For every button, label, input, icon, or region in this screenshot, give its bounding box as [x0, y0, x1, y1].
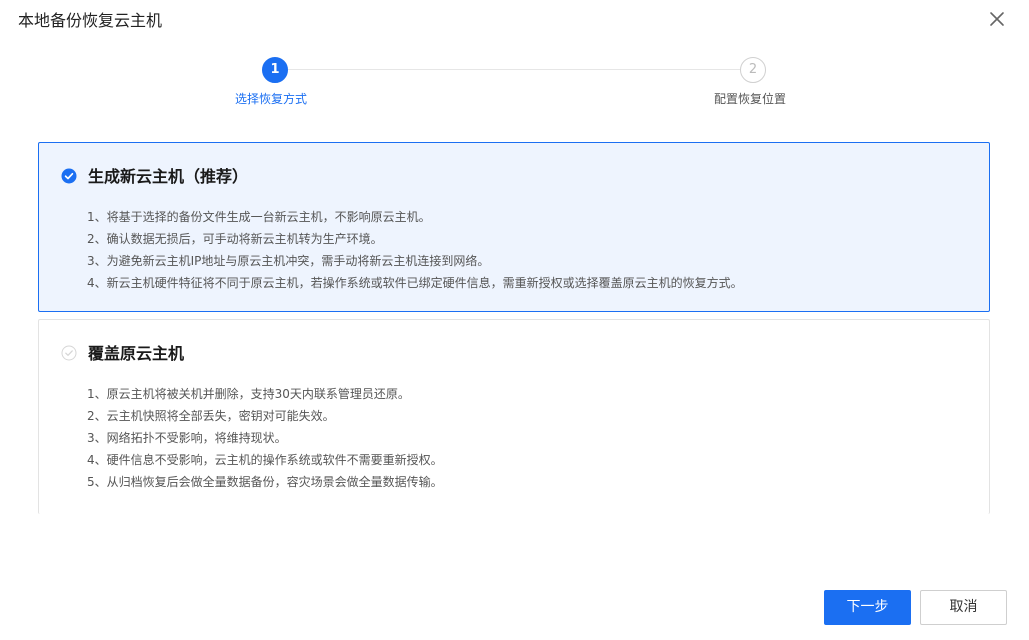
option-description-list: 1、原云主机将被关机并删除，支持30天内联系管理员还原。 2、云主机快照将全部丢… — [87, 383, 443, 493]
option-title: 覆盖原云主机 — [88, 344, 185, 363]
cancel-button[interactable]: 取消 — [920, 590, 1007, 625]
list-item: 3、为避免新云主机IP地址与原云主机冲突，需手动将新云主机连接到网络。 — [87, 254, 490, 268]
option-description-list: 1、将基于选择的备份文件生成一台新云主机，不影响原云主机。 2、确认数据无损后，… — [87, 206, 743, 294]
close-icon[interactable] — [987, 9, 1007, 29]
list-item: 3、网络拓扑不受影响，将维持现状。 — [87, 431, 287, 445]
step-1-label: 选择恢复方式 — [235, 92, 308, 106]
list-item: 5、从归档恢复后会做全量数据备份，容灾场景会做全量数据传输。 — [87, 475, 443, 489]
step-2-label: 配置恢复位置 — [714, 92, 787, 106]
step-1-indicator: 1 — [262, 57, 288, 83]
dialog-title: 本地备份恢复云主机 — [18, 11, 163, 30]
restore-dialog: 本地备份恢复云主机 1 选择恢复方式 2 配置恢复位置 生成新云主机（推荐） 1… — [0, 0, 1029, 640]
list-item: 4、硬件信息不受影响，云主机的操作系统或软件不需要重新授权。 — [87, 453, 443, 467]
check-circle-icon — [61, 168, 77, 184]
option-new-host[interactable]: 生成新云主机（推荐） 1、将基于选择的备份文件生成一台新云主机，不影响原云主机。… — [38, 142, 990, 312]
stepper-connector — [288, 69, 740, 70]
list-item: 2、确认数据无损后，可手动将新云主机转为生产环境。 — [87, 232, 383, 246]
list-item: 2、云主机快照将全部丢失，密钥对可能失效。 — [87, 409, 335, 423]
next-step-button[interactable]: 下一步 — [824, 590, 911, 625]
check-circle-outline-icon — [61, 345, 77, 361]
step-2-indicator: 2 — [740, 57, 766, 83]
list-item: 1、原云主机将被关机并删除，支持30天内联系管理员还原。 — [87, 387, 410, 401]
list-item: 1、将基于选择的备份文件生成一台新云主机，不影响原云主机。 — [87, 210, 431, 224]
list-item: 4、新云主机硬件特征将不同于原云主机，若操作系统或软件已绑定硬件信息，需重新授权… — [87, 276, 743, 290]
option-title: 生成新云主机（推荐） — [88, 167, 249, 186]
option-overwrite-host[interactable]: 覆盖原云主机 1、原云主机将被关机并删除，支持30天内联系管理员还原。 2、云主… — [38, 319, 990, 514]
